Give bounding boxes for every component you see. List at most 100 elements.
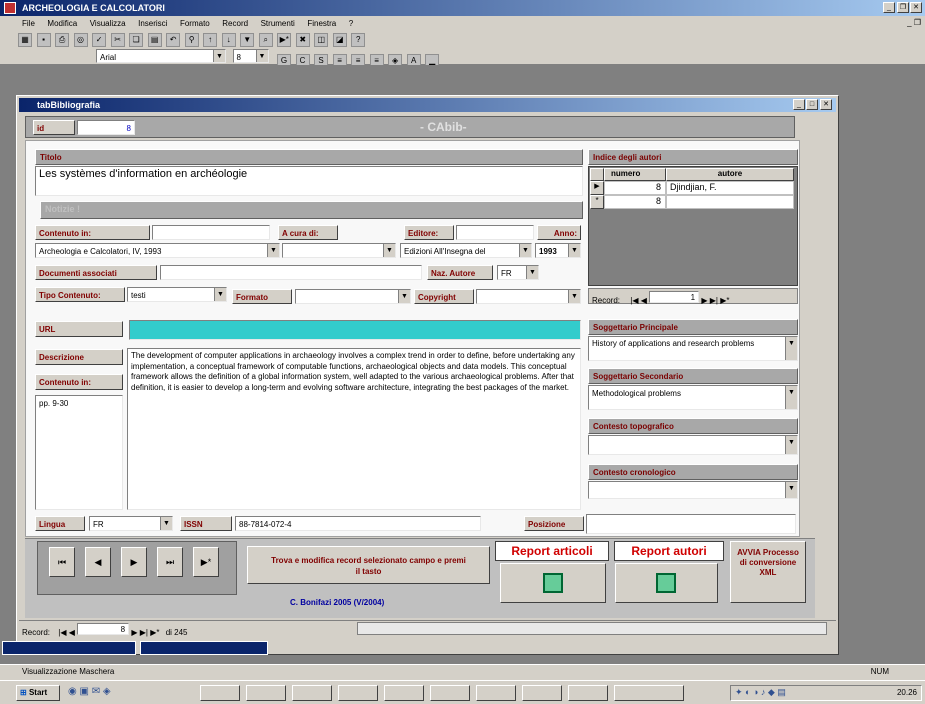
sort-desc-icon[interactable]: ↓ [221, 33, 236, 47]
task-button-8[interactable] [522, 685, 562, 701]
copy-icon[interactable]: ❏ [129, 33, 144, 47]
lingua-select[interactable]: FR ▼ [89, 516, 173, 531]
authors-record-field[interactable]: 1 [649, 291, 700, 303]
task-button-4[interactable] [338, 685, 378, 701]
mdi-minimize-icon[interactable]: _ [907, 18, 911, 27]
chevron-down-icon[interactable]: ▼ [398, 290, 410, 303]
chevron-down-icon[interactable]: ▼ [568, 244, 580, 257]
last-record-icon[interactable]: ▶| [140, 628, 148, 637]
preview-icon[interactable]: ◎ [73, 33, 88, 47]
next-record-icon[interactable]: ▶ [701, 296, 707, 305]
chevron-down-icon[interactable]: ▼ [214, 288, 226, 301]
id-field[interactable]: 8 [77, 120, 135, 135]
minimized-window-1[interactable] [2, 641, 136, 655]
task-button-1[interactable] [200, 685, 240, 701]
chevron-down-icon[interactable]: ▼ [785, 386, 797, 409]
chevron-down-icon[interactable]: ▼ [785, 436, 797, 454]
contenuto-select[interactable]: Archeologia e Calcolatori, IV, 1993 ▼ [35, 243, 280, 258]
soggettario-principale-select[interactable]: History of applications and research pro… [588, 336, 798, 361]
task-button-2[interactable] [246, 685, 286, 701]
avvia-xml-button[interactable]: AVVIA Processo di conversione XML [730, 541, 806, 603]
issn-field[interactable]: 88-7814-072-4 [235, 516, 481, 531]
menu-help[interactable]: ? [349, 19, 353, 28]
new-object-icon[interactable]: ◪ [332, 33, 347, 47]
start-button[interactable]: ⊞ Start [16, 685, 60, 701]
form-minimize-icon[interactable]: _ [793, 99, 805, 110]
undo-icon[interactable]: ↶ [166, 33, 181, 47]
next-record-button[interactable]: ▶ [121, 547, 147, 577]
url-field[interactable] [129, 320, 581, 340]
authors-row-numero[interactable]: 8 [604, 181, 666, 195]
authors-row-marker[interactable]: ▶ [590, 181, 604, 195]
hyperlink-icon[interactable]: ⚲ [184, 33, 199, 47]
outlook-icon[interactable]: ✉ [92, 686, 100, 697]
chevron-down-icon[interactable]: ▼ [785, 482, 797, 498]
last-record-icon[interactable]: ▶| [710, 296, 718, 305]
find-modify-button[interactable]: Trova e modifica record selezionato camp… [247, 546, 490, 584]
filter-icon[interactable]: ▼ [240, 33, 255, 47]
form-maximize-icon[interactable]: □ [806, 99, 818, 110]
first-record-button[interactable]: ⏮ [49, 547, 75, 577]
restore-icon[interactable]: ❐ [897, 2, 909, 13]
new-record-icon[interactable]: ▶* [150, 628, 159, 637]
print-icon[interactable]: ⎙ [55, 33, 70, 47]
menu-modifica[interactable]: Modifica [47, 19, 77, 28]
find-icon[interactable]: ⌕ [258, 33, 273, 47]
cut-icon[interactable]: ✂ [110, 33, 125, 47]
desktop-icon[interactable]: ▣ [80, 686, 89, 697]
chevron-down-icon[interactable]: ▼ [267, 244, 279, 257]
help-icon[interactable]: ? [351, 33, 366, 47]
new-record-icon[interactable]: ▶* [277, 33, 292, 47]
descrizione-field[interactable]: The development of computer applications… [127, 348, 581, 510]
copyright-select[interactable]: ▼ [476, 289, 581, 304]
chevron-down-icon[interactable]: ▼ [160, 517, 172, 530]
report-autori-icon-button[interactable] [615, 563, 718, 603]
chevron-down-icon[interactable]: ▼ [255, 50, 268, 62]
task-button-3[interactable] [292, 685, 332, 701]
contenuto-in-field[interactable]: pp. 9-30 [35, 395, 123, 510]
ie-icon[interactable]: ◉ [68, 686, 77, 697]
authors-row-autore[interactable]: Djindjian, F. [666, 181, 794, 195]
task-button-9[interactable] [568, 685, 608, 701]
delete-record-icon[interactable]: ✖ [295, 33, 310, 47]
formato-select[interactable]: ▼ [295, 289, 411, 304]
task-button-5[interactable] [384, 685, 424, 701]
contesto-topografico-select[interactable]: ▼ [588, 435, 798, 455]
task-button-6[interactable] [430, 685, 470, 701]
chevron-down-icon[interactable]: ▼ [526, 266, 538, 279]
authors-row-autore[interactable] [666, 195, 794, 209]
menu-record[interactable]: Record [222, 19, 248, 28]
soggettario-secondario-select[interactable]: Methodological problems ▼ [588, 385, 798, 410]
prev-record-button[interactable]: ◀ [85, 547, 111, 577]
minimized-window-2[interactable] [140, 641, 268, 655]
report-autori-button[interactable]: Report autori [614, 541, 724, 561]
last-record-button[interactable]: ⏭ [157, 547, 183, 577]
doc-assoc-field[interactable] [160, 265, 422, 280]
new-record-button[interactable]: ▶* [193, 547, 219, 577]
authors-row-marker[interactable]: * [590, 195, 604, 209]
media-icon[interactable]: ◈ [103, 686, 111, 697]
first-record-icon[interactable]: |◀ [58, 628, 66, 637]
minimize-icon[interactable]: _ [883, 2, 895, 13]
close-icon[interactable]: ✕ [910, 2, 922, 13]
posizione-field[interactable] [586, 514, 796, 534]
record-number-field[interactable]: 8 [77, 623, 130, 635]
next-record-icon[interactable]: ▶ [131, 628, 137, 637]
anno-select[interactable]: 1993 ▼ [535, 243, 581, 258]
contesto-cronologico-select[interactable]: ▼ [588, 481, 798, 499]
menu-inserisci[interactable]: Inserisci [138, 19, 167, 28]
tray-icons[interactable]: ✦ ◐ ◑ ♪ ◆ ▤ [735, 687, 786, 697]
prev-record-icon[interactable]: ◀ [69, 628, 75, 637]
naz-autore-select[interactable]: FR ▼ [497, 265, 539, 280]
form-close-icon[interactable]: ✕ [820, 99, 832, 110]
sort-asc-icon[interactable]: ↑ [203, 33, 218, 47]
view-icon[interactable]: ▦ [18, 33, 32, 47]
acura-select[interactable]: ▼ [282, 243, 396, 258]
mdi-restore-icon[interactable]: ❐ [914, 18, 921, 27]
menu-formato[interactable]: Formato [180, 19, 210, 28]
menu-strumenti[interactable]: Strumenti [261, 19, 295, 28]
menu-visualizza[interactable]: Visualizza [90, 19, 126, 28]
prev-record-icon[interactable]: ◀ [641, 296, 647, 305]
menu-finestra[interactable]: Finestra [307, 19, 336, 28]
new-record-icon[interactable]: ▶* [720, 296, 729, 305]
